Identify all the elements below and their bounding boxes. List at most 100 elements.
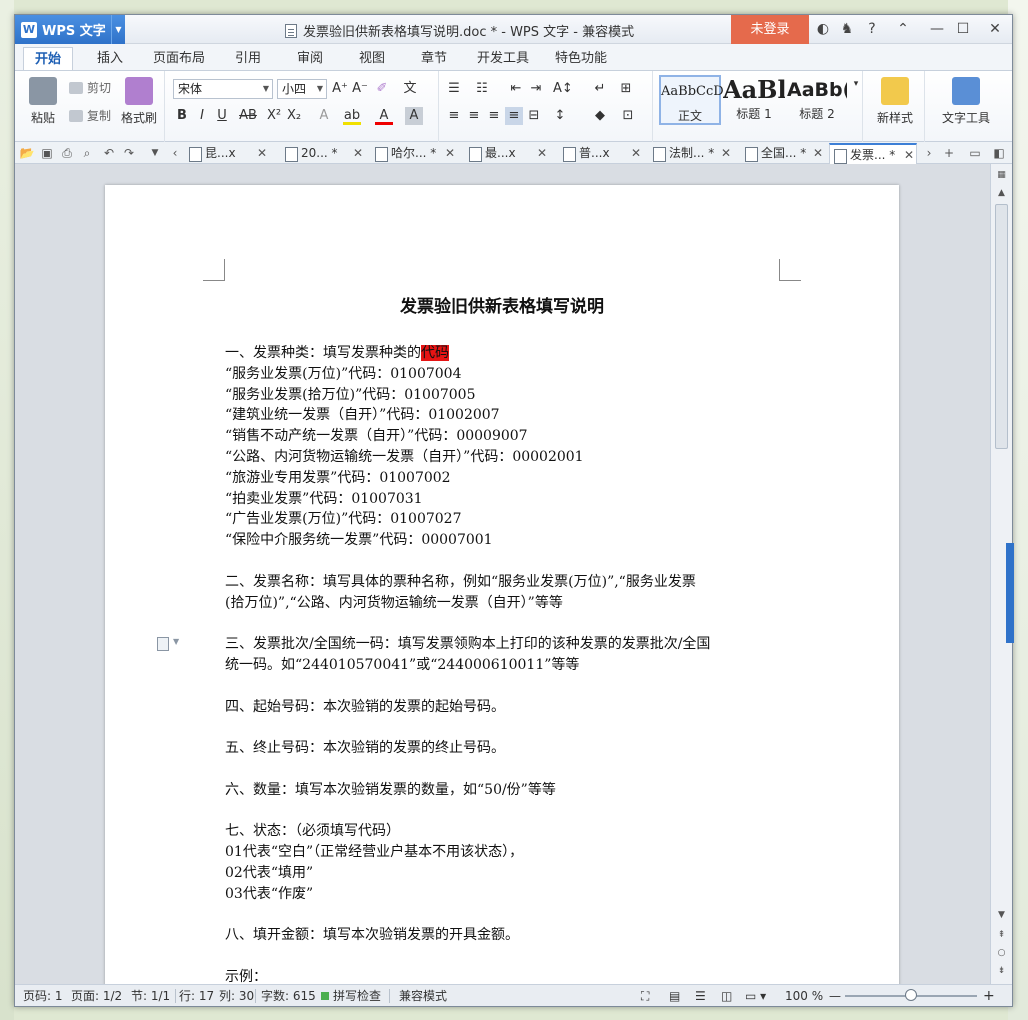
save-icon[interactable]: ▣	[39, 145, 55, 161]
side-panel-toggle[interactable]	[1006, 543, 1014, 643]
ruler-toggle-icon[interactable]: ▦	[995, 168, 1008, 182]
zoom-level[interactable]: 100 %	[785, 988, 823, 1004]
close-tab-icon[interactable]: ✕	[445, 143, 455, 164]
format-painter-button[interactable]: 格式刷	[119, 77, 159, 126]
cut-button[interactable]: 剪切	[69, 79, 111, 96]
next-page-icon[interactable]: ⇟	[995, 964, 1008, 978]
undo-icon[interactable]: ↶	[101, 145, 117, 161]
italic-icon[interactable]: I	[193, 107, 211, 125]
document-page[interactable]: 发票验旧供新表格填写说明 ▼ 一、发票种类：填写发票种类的代码 “服务业发票(万…	[105, 185, 899, 984]
full-screen-icon[interactable]: ⛶	[641, 988, 649, 1004]
decrease-indent-icon[interactable]: ⇤	[507, 80, 525, 98]
font-color-icon[interactable]: A	[375, 107, 393, 125]
superscript-icon[interactable]: X²	[265, 107, 283, 125]
numbered-list-icon[interactable]: ☷	[473, 80, 491, 98]
tab-review[interactable]: 审阅	[287, 47, 333, 70]
redo-icon[interactable]: ↷	[121, 145, 137, 161]
copy-button[interactable]: 复制	[69, 107, 111, 124]
tab-chapter[interactable]: 章节	[411, 47, 457, 70]
window-switch-icon[interactable]: ◧	[991, 145, 1007, 161]
align-left-icon[interactable]: ≡	[445, 107, 463, 125]
print-icon[interactable]: ⎙	[59, 145, 75, 161]
clear-format-icon[interactable]: ✐	[373, 80, 391, 98]
paste-button[interactable]: 粘贴	[23, 77, 63, 126]
grow-font-icon[interactable]: A⁺	[331, 80, 349, 98]
doc-tab[interactable]: 最...x ✕	[465, 143, 549, 164]
style-heading-2[interactable]: AaBb( 标题 2	[787, 75, 847, 125]
shading-icon[interactable]: ◆	[591, 107, 609, 125]
tab-scroll-left-icon[interactable]: ‹	[167, 145, 183, 161]
close-icon[interactable]: ✕	[983, 15, 1007, 44]
character-shading-icon[interactable]: A	[405, 107, 423, 125]
sort-icon[interactable]: A↕	[553, 80, 573, 98]
status-spell-check[interactable]: 拼写检查	[333, 988, 381, 1004]
tab-references[interactable]: 引用	[225, 47, 271, 70]
close-tab-icon[interactable]: ✕	[813, 143, 823, 164]
web-view-icon[interactable]: ◫	[721, 988, 732, 1004]
new-style-button[interactable]: 新样式	[867, 77, 923, 126]
paragraph-marker-icon[interactable]	[157, 637, 169, 651]
tab-view[interactable]: 视图	[349, 47, 395, 70]
doc-tab[interactable]: 法制... * ✕	[649, 143, 733, 164]
close-tab-icon[interactable]: ✕	[257, 143, 267, 164]
app-menu-dropdown-icon[interactable]: ▼	[111, 15, 125, 44]
reading-view-icon[interactable]: ▭ ▾	[745, 988, 766, 1004]
align-center-icon[interactable]: ≡	[465, 107, 483, 125]
close-tab-icon[interactable]: ✕	[537, 143, 547, 164]
font-name-select[interactable]: 宋体 ▼	[173, 79, 273, 99]
show-marks-icon[interactable]: ↵	[591, 80, 609, 98]
paragraph-marker-dropdown-icon[interactable]: ▼	[173, 637, 179, 646]
status-pages[interactable]: 页面: 1/2	[71, 988, 122, 1004]
close-tab-icon[interactable]: ✕	[353, 143, 363, 164]
feedback-icon[interactable]: ◐	[811, 15, 835, 44]
align-right-icon[interactable]: ≡	[485, 107, 503, 125]
tab-scroll-right-icon[interactable]: ›	[921, 145, 937, 161]
doc-tab[interactable]: 20... * ✕	[281, 143, 365, 164]
increase-indent-icon[interactable]: ⇥	[527, 80, 545, 98]
style-heading-1[interactable]: AaBl 标题 1	[723, 75, 785, 125]
scrollbar-thumb[interactable]	[995, 204, 1008, 449]
bullet-list-icon[interactable]: ☰	[445, 80, 463, 98]
previous-page-icon[interactable]: ⇞	[995, 928, 1008, 942]
close-tab-icon[interactable]: ✕	[721, 143, 731, 164]
browse-object-icon[interactable]: ○	[995, 946, 1008, 960]
subscript-icon[interactable]: X₂	[285, 107, 303, 125]
tab-developer[interactable]: 开发工具	[471, 47, 535, 70]
collapse-ribbon-icon[interactable]: ⌃	[891, 15, 915, 44]
open-folder-icon[interactable]: 📂	[19, 145, 35, 161]
table-icon[interactable]: ⊞	[617, 80, 635, 98]
styles-scroll-icon[interactable]: ▾	[847, 75, 865, 93]
underline-icon[interactable]: U	[213, 107, 231, 125]
close-tab-icon[interactable]: ✕	[631, 143, 641, 164]
zoom-in-icon[interactable]: +	[983, 988, 995, 1004]
distributed-align-icon[interactable]: ⊟	[525, 107, 543, 125]
zoom-slider-handle[interactable]	[905, 989, 917, 1001]
text-effect-icon[interactable]: A	[315, 107, 333, 125]
scroll-up-icon[interactable]: ▲	[995, 186, 1008, 200]
font-size-select[interactable]: 小四 ▼	[277, 79, 327, 99]
doc-tab-active[interactable]: 发票... * ✕	[829, 143, 917, 164]
page-view-icon[interactable]: ▤	[669, 988, 680, 1004]
tab-insert[interactable]: 插入	[87, 47, 133, 70]
line-spacing-icon[interactable]: ↕	[551, 107, 569, 125]
style-normal[interactable]: AaBbCcD 正文	[659, 75, 724, 125]
tab-home[interactable]: 开始	[23, 47, 73, 70]
close-tab-icon[interactable]: ✕	[904, 145, 914, 166]
tab-page-layout[interactable]: 页面布局	[147, 47, 211, 70]
justify-icon[interactable]: ≡	[505, 107, 523, 125]
document-body[interactable]: 一、发票种类：填写发票种类的代码 “服务业发票(万位)”代码：01007004 …	[225, 343, 785, 984]
doc-tab[interactable]: 昆...x ✕	[185, 143, 269, 164]
skin-icon[interactable]: ♞	[835, 15, 859, 44]
app-menu-button[interactable]: W WPS 文字 ▼	[15, 15, 125, 44]
maximize-icon[interactable]: ☐	[951, 15, 975, 44]
phonetic-guide-icon[interactable]: 文	[401, 80, 419, 98]
strikethrough-icon[interactable]: AB	[237, 107, 259, 125]
login-button[interactable]: 未登录	[731, 15, 809, 44]
status-word-count[interactable]: 字数: 615	[261, 988, 316, 1004]
scroll-down-icon[interactable]: ▼	[995, 908, 1008, 922]
highlight-color-icon[interactable]: ab	[343, 107, 361, 125]
bold-icon[interactable]: B	[173, 107, 191, 125]
minimize-icon[interactable]: —	[925, 15, 949, 44]
doc-tab[interactable]: 哈尔... * ✕	[371, 143, 457, 164]
tab-special-features[interactable]: 特色功能	[549, 47, 613, 70]
